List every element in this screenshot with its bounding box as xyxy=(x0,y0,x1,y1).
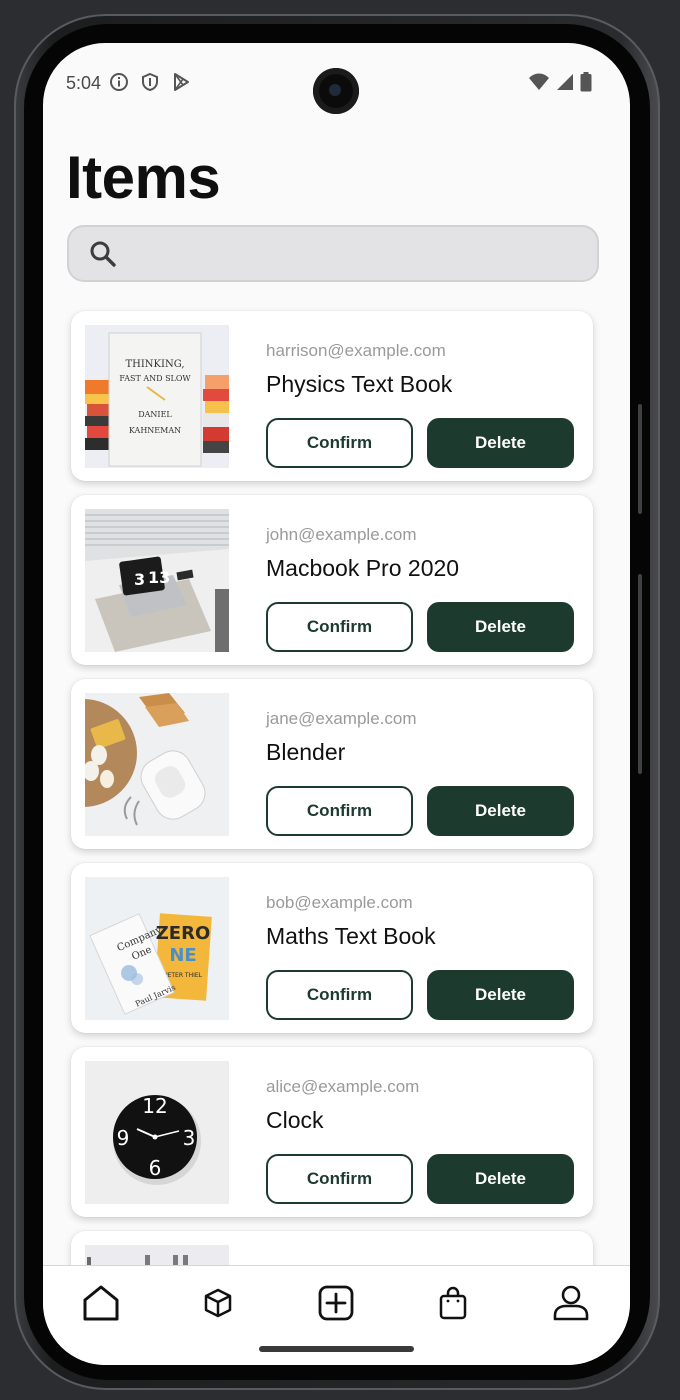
nav-home[interactable] xyxy=(76,1280,126,1330)
confirm-button[interactable]: Confirm xyxy=(266,418,413,468)
item-card: THINKING, FAST AND SLOW DANIEL KAHNEMAN … xyxy=(71,311,593,481)
item-title: Physics Text Book xyxy=(266,371,453,397)
search-input[interactable] xyxy=(129,227,579,280)
search-bar[interactable] xyxy=(67,225,599,282)
cube-icon xyxy=(202,1287,234,1324)
svg-text:6: 6 xyxy=(149,1156,162,1180)
page-title: Items xyxy=(66,144,221,211)
shopping-bag-icon xyxy=(438,1286,468,1325)
nav-add[interactable] xyxy=(311,1280,361,1330)
shield-icon xyxy=(140,72,160,97)
power-button xyxy=(638,404,642,514)
item-title: Blender xyxy=(266,739,346,765)
svg-text:13: 13 xyxy=(148,568,170,587)
two-books-photo: ZERO NE PETER THIEL Company One Paul Jar… xyxy=(85,877,229,1020)
battery-icon xyxy=(580,72,592,97)
nav-profile[interactable] xyxy=(546,1280,596,1330)
item-card: 3 13 john@example.com Macbook Pro 2020 C… xyxy=(71,495,593,665)
laptop-desk-photo: 3 13 xyxy=(85,509,229,652)
delete-button[interactable]: Delete xyxy=(427,602,574,652)
item-owner-email: bob@example.com xyxy=(266,893,413,912)
svg-text:FAST AND SLOW: FAST AND SLOW xyxy=(119,374,191,383)
item-owner-email: john@example.com xyxy=(266,525,417,544)
item-card: jane@example.com Blender Confirm Delete xyxy=(71,679,593,849)
svg-text:12: 12 xyxy=(142,1094,167,1118)
svg-text:NE: NE xyxy=(169,945,196,966)
confirm-button[interactable]: Confirm xyxy=(266,602,413,652)
nav-cart[interactable] xyxy=(428,1280,478,1330)
item-title: Maths Text Book xyxy=(266,923,436,949)
nav-products[interactable] xyxy=(193,1280,243,1330)
info-icon xyxy=(109,72,129,97)
item-title: Clock xyxy=(266,1107,324,1133)
item-card: ZERO NE PETER THIEL Company One Paul Jar… xyxy=(71,863,593,1033)
app-screen: 5:04 Items THINKING, FAST AND SLOW DANIE… xyxy=(43,43,630,1365)
wifi-icon xyxy=(528,73,550,96)
svg-text:ZERO: ZERO xyxy=(156,923,211,944)
profile-icon xyxy=(552,1284,590,1327)
signal-icon xyxy=(556,73,574,96)
front-camera xyxy=(313,68,359,114)
svg-text:PETER THIEL: PETER THIEL xyxy=(164,972,203,979)
confirm-button[interactable]: Confirm xyxy=(266,1154,413,1204)
hand-mixer-photo xyxy=(85,693,229,836)
svg-text:KAHNEMAN: KAHNEMAN xyxy=(129,426,181,435)
svg-text:3: 3 xyxy=(134,570,145,589)
play-store-icon xyxy=(171,72,191,97)
confirm-button[interactable]: Confirm xyxy=(266,970,413,1020)
status-icons-left xyxy=(109,72,191,97)
home-indicator[interactable] xyxy=(259,1346,414,1352)
wall-clock-photo: 12 3 6 9 xyxy=(85,1061,229,1204)
delete-button[interactable]: Delete xyxy=(427,418,574,468)
bottom-navigation xyxy=(43,1265,630,1365)
item-owner-email: alice@example.com xyxy=(266,1077,420,1096)
status-icons-right xyxy=(528,72,592,97)
delete-button[interactable]: Delete xyxy=(427,1154,574,1204)
add-square-icon xyxy=(317,1284,355,1327)
confirm-button[interactable]: Confirm xyxy=(266,786,413,836)
svg-text:9: 9 xyxy=(117,1126,130,1150)
svg-text:3: 3 xyxy=(183,1126,196,1150)
volume-button xyxy=(638,574,642,774)
delete-button[interactable]: Delete xyxy=(427,786,574,836)
svg-text:DANIEL: DANIEL xyxy=(138,410,172,419)
search-icon xyxy=(89,240,117,273)
item-owner-email: harrison@example.com xyxy=(266,341,446,360)
home-icon xyxy=(81,1283,121,1328)
delete-button[interactable]: Delete xyxy=(427,970,574,1020)
books-stack-photo: THINKING, FAST AND SLOW DANIEL KAHNEMAN xyxy=(85,325,229,468)
svg-text:THINKING,: THINKING, xyxy=(125,359,184,370)
status-time: 5:04 xyxy=(66,73,102,93)
item-owner-email: jane@example.com xyxy=(266,709,417,728)
item-card: 12 3 6 9 alice@example.com Clock Confirm… xyxy=(71,1047,593,1217)
item-list: THINKING, FAST AND SLOW DANIEL KAHNEMAN … xyxy=(71,311,593,1271)
item-title: Macbook Pro 2020 xyxy=(266,555,460,581)
